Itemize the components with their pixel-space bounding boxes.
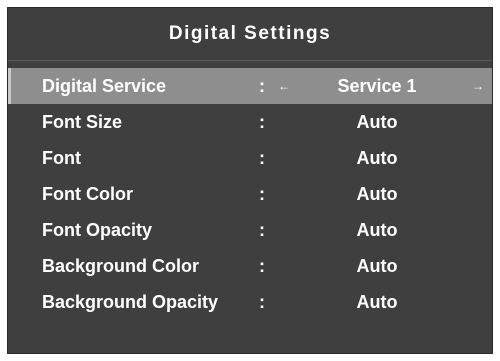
setting-row-font-color[interactable]: Font Color : Auto bbox=[8, 176, 492, 212]
setting-row-background-color[interactable]: Background Color : Auto bbox=[8, 248, 492, 284]
digital-settings-panel: Digital Settings Digital Service : ← Ser… bbox=[7, 7, 493, 354]
setting-value: Auto bbox=[356, 220, 398, 240]
title-divider bbox=[8, 60, 492, 61]
setting-value: Auto bbox=[356, 256, 398, 276]
setting-value: Auto bbox=[356, 184, 398, 204]
setting-label: Font bbox=[42, 148, 81, 168]
setting-separator: : bbox=[259, 76, 265, 96]
setting-label: Background Color bbox=[42, 256, 200, 276]
setting-separator: : bbox=[259, 292, 265, 312]
setting-separator: : bbox=[259, 112, 265, 132]
arrow-left-icon[interactable]: ← bbox=[278, 68, 290, 104]
arrow-right-icon[interactable]: → bbox=[472, 68, 484, 104]
setting-label: Font Opacity bbox=[42, 220, 153, 240]
setting-label: Digital Service bbox=[42, 76, 167, 96]
setting-row-background-opacity[interactable]: Background Opacity : Auto bbox=[8, 284, 492, 320]
setting-label: Background Opacity bbox=[42, 292, 219, 312]
setting-label: Font Size bbox=[42, 112, 122, 132]
setting-separator: : bbox=[259, 256, 265, 276]
setting-value: Auto bbox=[356, 112, 398, 132]
setting-separator: : bbox=[259, 220, 265, 240]
setting-value: Service 1 bbox=[337, 76, 417, 96]
setting-row-font[interactable]: Font : Auto bbox=[8, 140, 492, 176]
setting-row-font-size[interactable]: Font Size : Auto bbox=[8, 104, 492, 140]
setting-value: Auto bbox=[356, 148, 398, 168]
setting-value: Auto bbox=[356, 292, 398, 312]
setting-separator: : bbox=[259, 148, 265, 168]
setting-row-font-opacity[interactable]: Font Opacity : Auto bbox=[8, 212, 492, 248]
setting-label: Font Color bbox=[42, 184, 133, 204]
menu-title: Digital Settings bbox=[168, 23, 332, 44]
setting-separator: : bbox=[259, 184, 265, 204]
setting-row-digital-service[interactable]: Digital Service : ← Service 1 → bbox=[8, 68, 492, 104]
settings-list: Digital Service : ← Service 1 → Font Siz… bbox=[8, 68, 492, 320]
